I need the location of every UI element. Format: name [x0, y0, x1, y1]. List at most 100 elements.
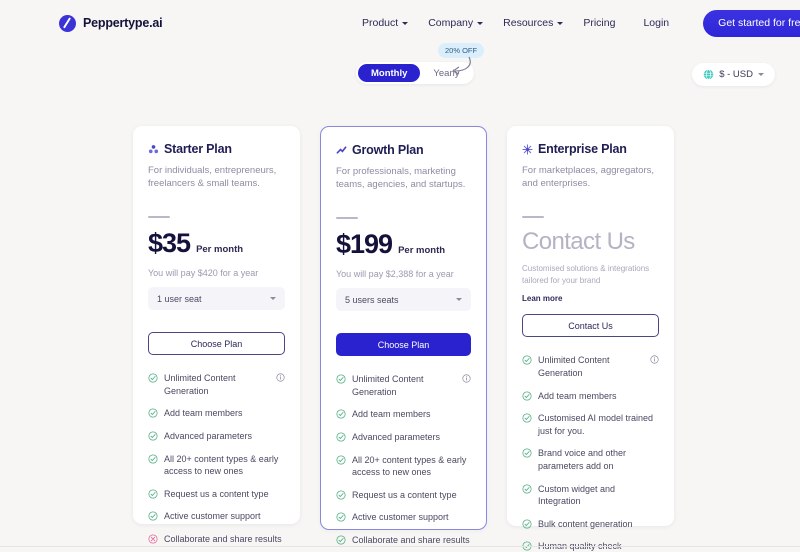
feature-label: All 20+ content types & early access to …	[164, 453, 279, 477]
brand-logo[interactable]: Peppertype.ai	[59, 14, 163, 32]
feature-item: Collaborate and share results	[336, 529, 471, 552]
feature-label: Add team members	[352, 409, 431, 420]
brand-name: Peppertype.ai	[83, 16, 163, 30]
info-icon[interactable]	[462, 374, 471, 383]
login-link[interactable]: Login	[643, 17, 669, 29]
seat-value: 1 user seat	[157, 293, 202, 304]
nav-item-resources[interactable]: Resources	[503, 17, 564, 29]
plan-price-unit: Per month	[398, 245, 446, 257]
feature-label: Brand voice and other parameters add on	[538, 448, 627, 471]
footer-divider	[0, 546, 800, 547]
starter-plan-icon	[148, 144, 159, 153]
feature-label: Unlimited Content Generation	[164, 373, 236, 396]
info-icon[interactable]	[276, 373, 285, 382]
feature-item: Brand voice and other parameters add on	[522, 442, 659, 477]
choose-plan-button-starter[interactable]: Choose Plan	[148, 332, 285, 356]
feature-label: All 20+ content types & early access to …	[352, 454, 467, 478]
feature-item: Add team members	[148, 402, 285, 425]
feature-item: Add team members	[522, 385, 659, 408]
plan-description: For professionals, marketing teams, agen…	[336, 166, 466, 191]
feature-item: Human quality check	[522, 535, 659, 552]
feature-list-enterprise: Unlimited Content Generation Add team mem…	[522, 349, 659, 552]
currency-selector[interactable]: $ - USD	[692, 63, 775, 86]
price-row: $199 Per month	[336, 229, 471, 260]
feature-item: Active customer support	[148, 505, 285, 528]
info-icon[interactable]	[650, 355, 659, 364]
seat-select-starter[interactable]: 1 user seat	[148, 287, 285, 311]
nav-label: Pricing	[583, 17, 616, 29]
feature-label: Active customer support	[352, 512, 449, 523]
divider	[522, 216, 544, 219]
check-circle-icon	[148, 373, 158, 383]
check-circle-icon	[522, 391, 532, 401]
feature-label: Add team members	[538, 390, 617, 401]
plan-description: For marketplaces, aggregators, and enter…	[522, 165, 655, 190]
check-circle-icon	[148, 454, 158, 464]
nav-label: Resources	[503, 17, 554, 29]
feature-label: Unlimited Content Generation	[538, 355, 610, 378]
plan-header: Enterprise Plan	[522, 142, 659, 156]
feature-item: Bulk content generation	[522, 513, 659, 536]
enterprise-note: Customised solutions & integrations tail…	[522, 264, 650, 285]
main-nav: Product Company Resources Pricing Login …	[362, 9, 800, 37]
feature-label: Advanced parameters	[164, 430, 253, 441]
nav-item-pricing[interactable]: Pricing	[583, 17, 615, 29]
feature-list-starter: Unlimited Content Generation Add team mem…	[148, 367, 285, 552]
divider	[336, 217, 358, 220]
feature-item: Request us a content type	[336, 484, 471, 507]
feature-list-growth: Unlimited Content Generation Add team mem…	[336, 368, 471, 552]
peppertype-logo-icon	[59, 14, 76, 32]
plan-title: Enterprise Plan	[538, 142, 627, 156]
enterprise-plan-icon	[522, 143, 533, 155]
pricing-page: Peppertype.ai Product Company Resources …	[0, 0, 800, 552]
feature-label: Customised AI model trained just for you…	[538, 413, 654, 436]
annual-total-note: You will pay $420 for a year	[148, 268, 259, 279]
check-circle-icon	[336, 535, 346, 545]
plan-title: Starter Plan	[164, 142, 232, 156]
seat-select-growth[interactable]: 5 users seats	[336, 288, 471, 312]
plan-price: $35	[148, 228, 191, 259]
check-circle-icon	[522, 355, 532, 365]
feature-label: Advanced parameters	[352, 431, 441, 442]
contact-us-button[interactable]: Contact Us	[522, 314, 659, 338]
check-circle-icon	[522, 448, 532, 458]
plan-price: $199	[336, 229, 393, 260]
feature-label: Bulk content generation	[538, 518, 633, 529]
chevron-down-icon	[270, 297, 276, 301]
feature-label: Collaborate and share results	[352, 534, 470, 545]
feature-label: Unlimited Content Generation	[352, 374, 424, 397]
chevron-down-icon	[402, 22, 409, 25]
nav-item-company[interactable]: Company	[428, 17, 484, 29]
plan-header: Starter Plan	[148, 142, 285, 156]
feature-item: Add team members	[336, 403, 471, 426]
check-circle-icon	[336, 409, 346, 419]
cross-circle-icon	[148, 534, 158, 544]
check-circle-icon	[148, 511, 158, 521]
cta-label: Get started for free	[718, 17, 800, 29]
get-started-button[interactable]: Get started for free →	[703, 9, 800, 37]
learn-more-link[interactable]: Lean more	[522, 294, 659, 303]
feature-item: Unlimited Content Generation	[522, 349, 659, 384]
feature-label: Add team members	[164, 408, 243, 419]
site-header: Peppertype.ai Product Company Resources …	[0, 0, 800, 46]
check-circle-icon	[148, 489, 158, 499]
nav-label: Product	[362, 17, 399, 29]
check-circle-icon	[522, 413, 532, 423]
seat-value: 5 users seats	[345, 294, 399, 305]
feature-item: Request us a content type	[148, 483, 285, 506]
plan-price-unit: Per month	[196, 244, 244, 256]
chevron-down-icon	[758, 73, 764, 76]
plan-card-enterprise: Enterprise Plan For marketplaces, aggreg…	[507, 126, 674, 551]
growth-plan-icon	[336, 145, 347, 154]
feature-item: Advanced parameters	[336, 426, 471, 449]
nav-label: Company	[428, 17, 474, 29]
check-circle-icon	[148, 408, 158, 418]
annual-total-note: You will pay $2,388 for a year	[336, 269, 454, 280]
divider	[148, 216, 170, 219]
curved-arrow-icon	[451, 56, 471, 75]
toggle-monthly[interactable]: Monthly	[358, 64, 421, 82]
plan-price: Contact Us	[522, 228, 635, 256]
pricing-cards: Starter Plan For individuals, entreprene…	[133, 126, 674, 551]
nav-item-product[interactable]: Product	[362, 17, 409, 29]
choose-plan-button-growth[interactable]: Choose Plan	[336, 333, 471, 357]
